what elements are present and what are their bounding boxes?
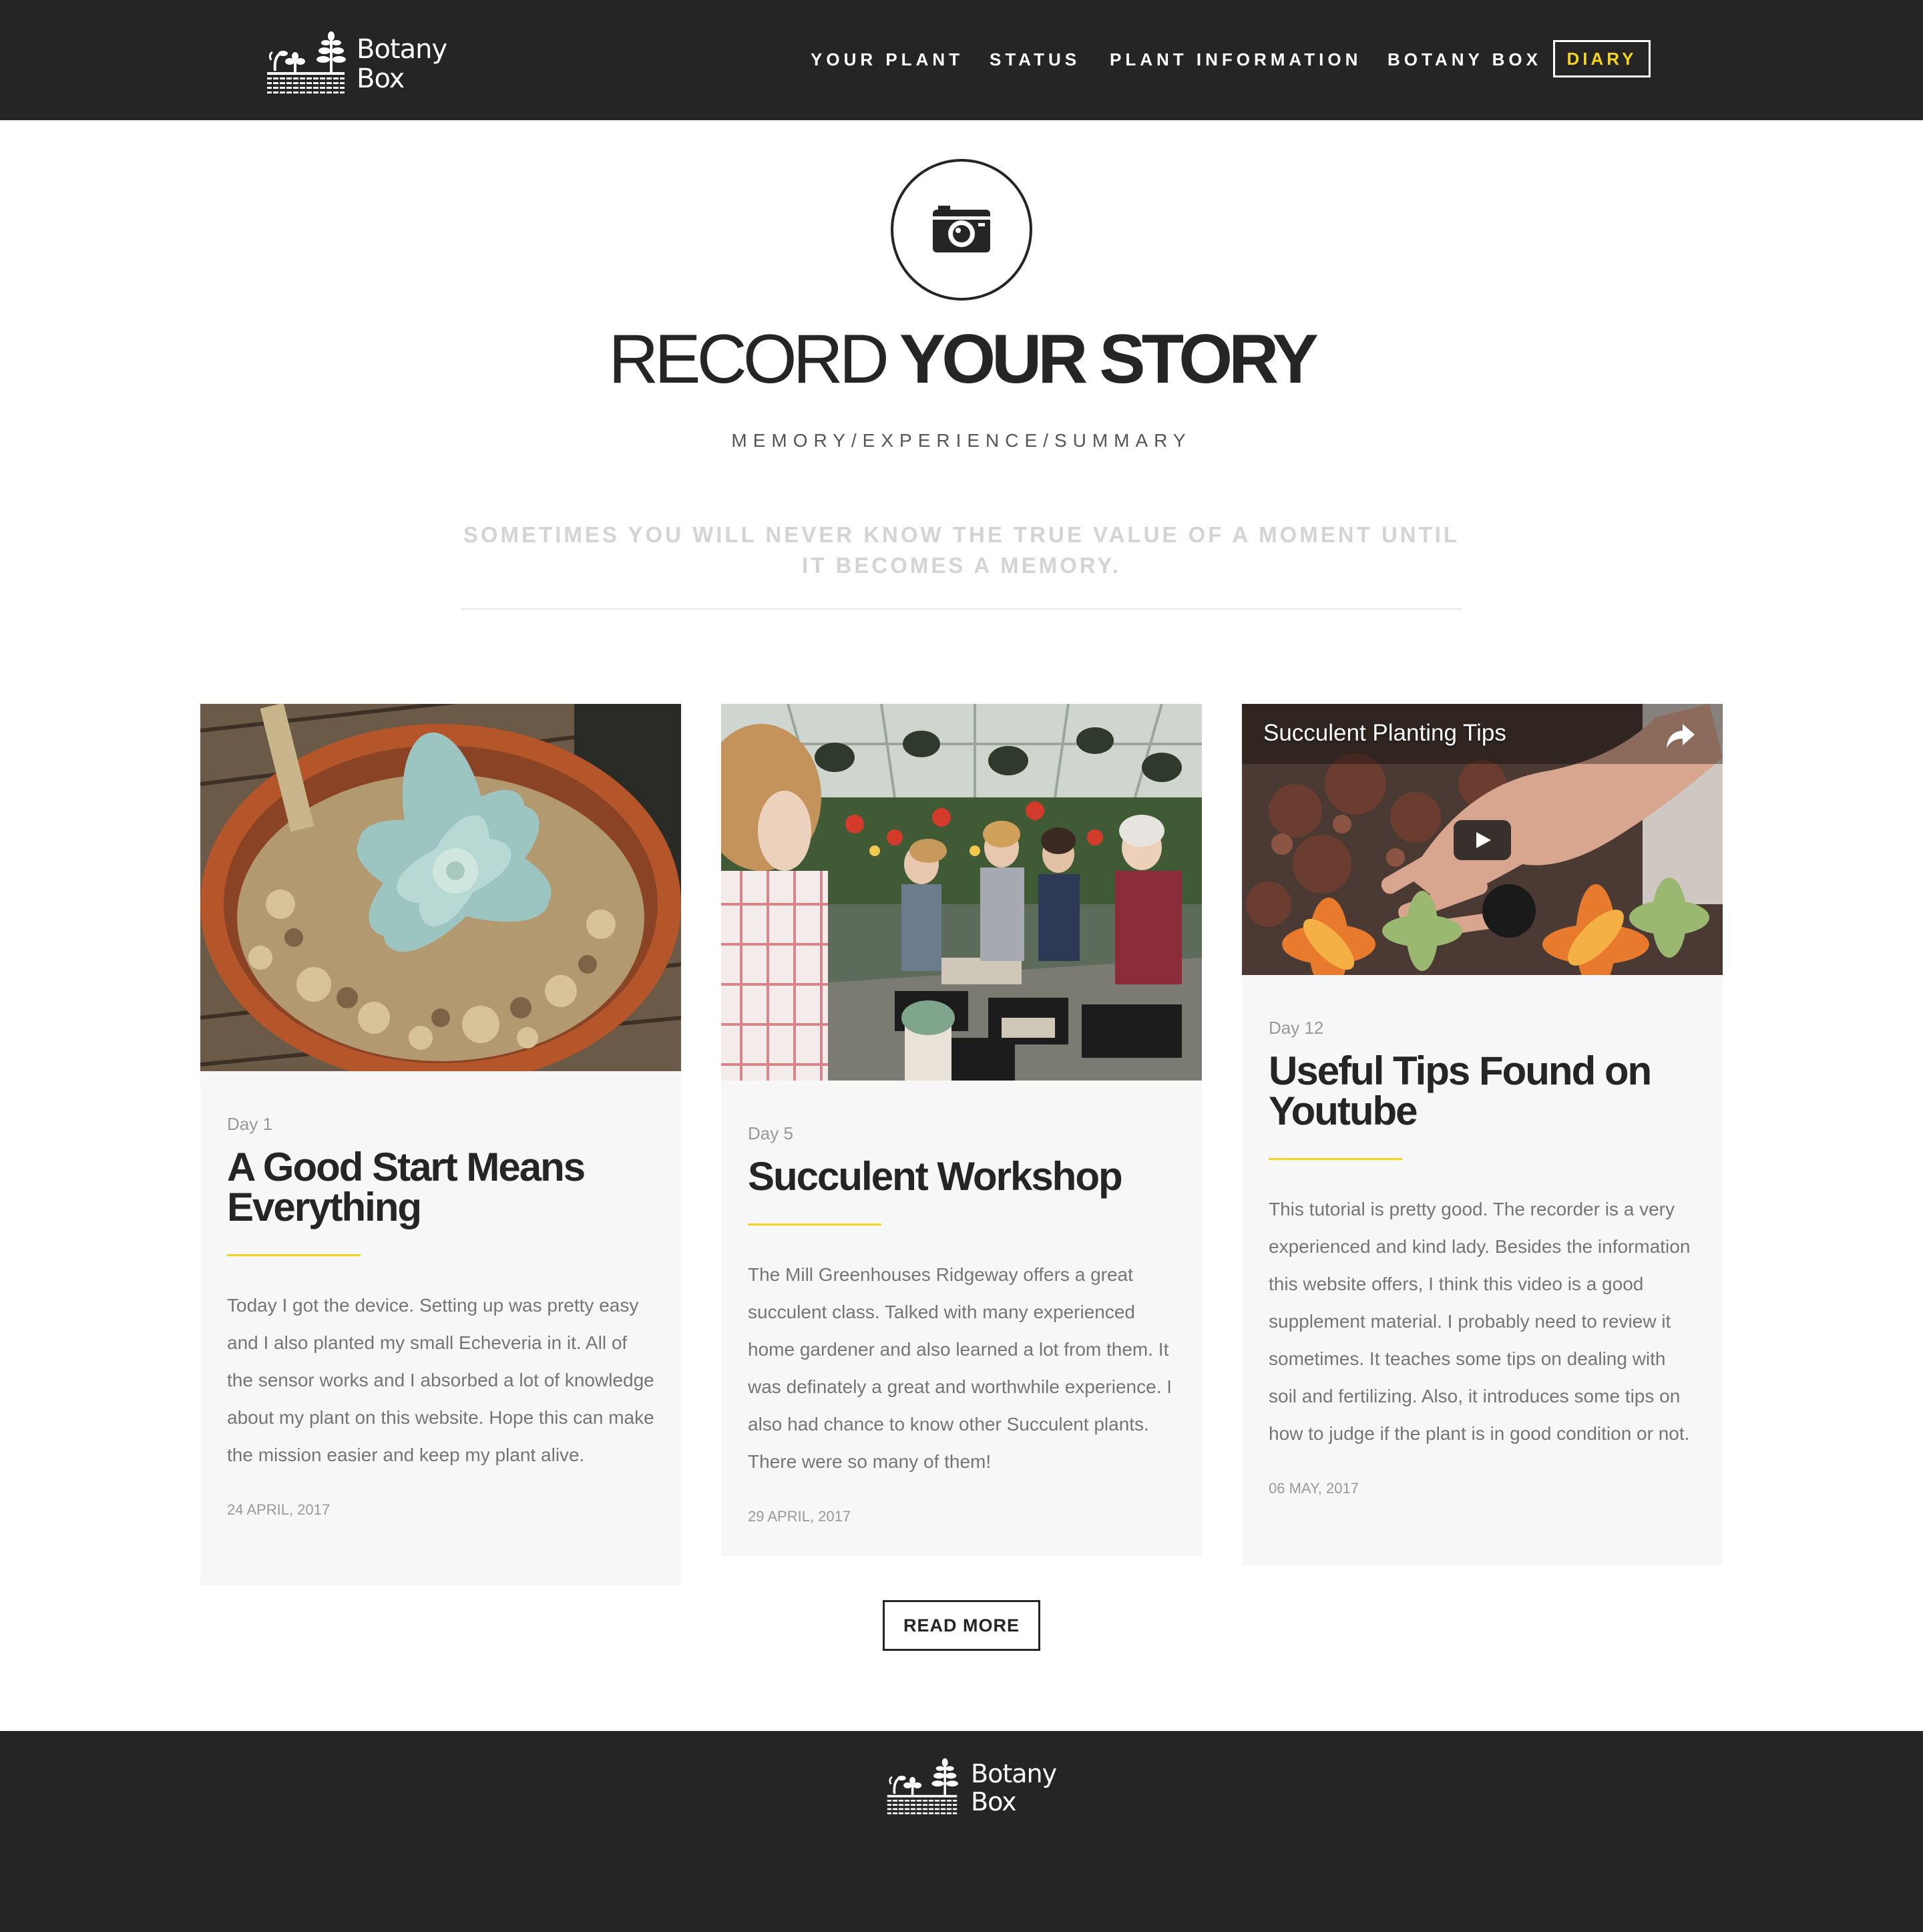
title-underline [748,1223,881,1225]
photo-succulent-pot [200,704,681,1071]
camera-icon [933,206,990,252]
nav-your-plant[interactable]: YOUR PLANT [811,48,964,71]
post-day: Day 12 [1269,1018,1324,1038]
footer-logo[interactable]: Botany Box [885,1758,1057,1818]
page-title: RECORD YOUR STORY [0,319,1923,399]
project-credit: Project for Advanced IoT provided by the… [0,1731,1923,1743]
succulent-pot-photo [200,704,681,1071]
youtube-video-embed[interactable]: Succulent Planting Tips [1242,704,1723,975]
hero-quote: SOMETIMES YOU WILL NEVER KNOW THE TRUE V… [463,522,1460,578]
post-text: The Mill Greenhouses Ridgeway offers a g… [748,1264,1172,1472]
brand-name-line2: Box [357,63,405,94]
page-subtitle: MEMORY/EXPERIENCE/SUMMARY [731,430,1192,451]
top-navigation-bar: Botany Box YOUR PLANT STATUS PLANT INFOR… [0,0,1923,120]
diary-card: Day 5 Succulent Workshop The Mill Greenh… [721,704,1202,1556]
post-title[interactable]: Succulent Workshop [748,1157,1175,1197]
diary-card: Succulent Planting Tips Day 12 Useful Ti… [1242,704,1723,1565]
post-text: Today I got the device. Setting up was p… [227,1295,654,1465]
post-day: Day 5 [748,1123,793,1143]
footer: Botany Box [0,1731,1923,1932]
video-title[interactable]: Succulent Planting Tips [1263,719,1506,748]
project-credit-institution: Advanced IoT provided by the Integrated … [51,1731,503,1742]
nav-status[interactable]: STATUS [990,48,1080,71]
nav-botany-box[interactable]: BOTANY BOX [1387,48,1542,71]
post-date: 29 APRIL, 2017 [748,1508,851,1525]
plant-logo-icon [887,1758,958,1816]
project-credit-prefix: Project for [0,1731,49,1742]
greenhouse-workshop-photo [721,704,1202,1081]
share-icon[interactable] [1665,723,1696,749]
brand-logo[interactable]: Botany Box [266,31,447,98]
brand-name-line2: Box [971,1787,1017,1816]
page-title-bold: YOUR STORY [899,321,1319,398]
post-text: This tutorial is pretty good. The record… [1269,1199,1691,1444]
post-day: Day 1 [227,1114,272,1134]
diary-card: Day 1 A Good Start Means Everything Toda… [200,704,681,1585]
nav-plant-information[interactable]: PLANT INFORMATION [1110,48,1361,71]
camera-badge [891,159,1032,301]
title-underline [1269,1158,1402,1160]
brand-name-line1: Botany [357,34,447,65]
nav-diary[interactable]: DIARY [1553,40,1651,77]
read-more-button[interactable]: READ MORE [883,1600,1040,1651]
plant-logo-icon [267,31,346,95]
post-date: 06 MAY, 2017 [1269,1480,1359,1497]
title-underline [227,1254,361,1256]
post-date: 24 APRIL, 2017 [227,1501,331,1518]
brand-name-line1: Botany [971,1759,1057,1788]
play-button-icon[interactable] [1454,820,1511,860]
photo-greenhouse-workshop [721,704,1202,1081]
post-title[interactable]: A Good Start Means Everything [227,1147,654,1227]
post-title[interactable]: Useful Tips Found on Youtube [1269,1051,1696,1131]
divider [461,608,1462,610]
page-title-light: RECORD [608,321,889,398]
